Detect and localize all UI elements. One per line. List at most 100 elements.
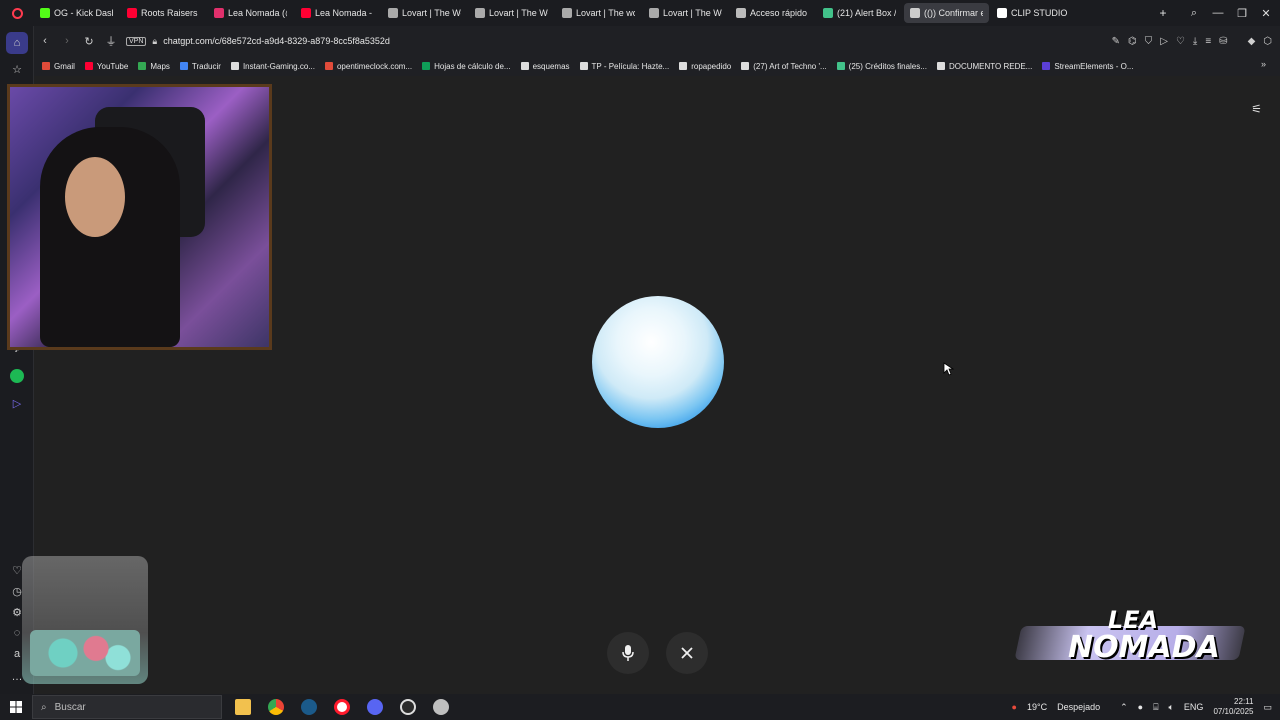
obs-icon bbox=[400, 699, 416, 715]
bookmark-favicon-icon bbox=[230, 62, 239, 70]
tab-label: Roots Raisers - You bbox=[141, 8, 200, 18]
chrome-app[interactable] bbox=[261, 694, 291, 720]
download-icon[interactable]: ⤓ bbox=[1193, 36, 1197, 47]
close-window-button[interactable]: ✕ bbox=[1254, 0, 1278, 26]
streamer bbox=[40, 127, 180, 347]
profile-icon[interactable]: ⬡ bbox=[1263, 36, 1272, 47]
bookmark-item[interactable]: (25) Créditos finales... bbox=[836, 61, 927, 71]
tab-item[interactable]: CLIP STUDIO PAIN bbox=[991, 3, 1076, 23]
bookmark-favicon-icon bbox=[679, 62, 688, 70]
forward-button[interactable]: › bbox=[56, 30, 78, 52]
heart-icon[interactable]: ♡ bbox=[1176, 36, 1185, 47]
voice-settings-icon[interactable]: ⚟ bbox=[1251, 102, 1262, 116]
bookmark-item[interactable]: ropapedido bbox=[679, 62, 731, 71]
bookmark-item[interactable]: opentimeclock.com... bbox=[324, 61, 413, 71]
bookmark-item[interactable]: Traducir bbox=[179, 62, 221, 71]
opera-menu-button[interactable] bbox=[0, 0, 34, 26]
reload-button[interactable]: ↻ bbox=[78, 30, 100, 52]
bookmark-item[interactable]: Instant-Gaming.co... bbox=[230, 62, 315, 71]
end-voice-button[interactable] bbox=[666, 632, 708, 674]
bookmark-favicon-icon bbox=[936, 62, 945, 70]
language-indicator[interactable]: ENG bbox=[1184, 702, 1204, 712]
speed-dial-icon[interactable]: ☆ bbox=[6, 58, 28, 80]
tab-item[interactable]: Lovart | The World bbox=[643, 3, 728, 23]
voice-search-icon[interactable]: ⏚ bbox=[100, 30, 122, 52]
snapshot-icon[interactable]: ⌬ bbox=[1128, 36, 1137, 47]
steam-icon bbox=[301, 699, 317, 715]
tab-item[interactable]: OG - Kick Dashboa bbox=[34, 3, 119, 23]
tab-label: (21) Alert Box / Str bbox=[837, 8, 896, 18]
obs-app[interactable] bbox=[393, 694, 423, 720]
tab-item[interactable]: (()) Confirmar escucha co bbox=[904, 3, 989, 23]
start-button[interactable] bbox=[0, 694, 32, 720]
tab-favicon-icon bbox=[40, 8, 50, 18]
tab-item[interactable]: Lovart | The world bbox=[556, 3, 641, 23]
tab-favicon-icon bbox=[301, 8, 311, 18]
weather-desc[interactable]: Despejado bbox=[1057, 702, 1100, 712]
steam-app[interactable] bbox=[294, 694, 324, 720]
tray-overflow-icon[interactable]: ⌃ bbox=[1120, 702, 1128, 713]
restore-button[interactable]: ❐ bbox=[1230, 0, 1254, 26]
volume-icon[interactable]: 🔈︎ bbox=[1169, 702, 1174, 713]
opera-icon bbox=[334, 699, 350, 715]
tab-item[interactable]: Roots Raisers - You bbox=[121, 3, 206, 23]
discord-app[interactable] bbox=[360, 694, 390, 720]
minimize-button[interactable]: — bbox=[1206, 0, 1230, 26]
edit-icon[interactable]: ✎ bbox=[1112, 36, 1120, 47]
bookmark-item[interactable]: (27) Art of Techno '... bbox=[741, 62, 827, 71]
bookmark-favicon-icon bbox=[520, 62, 529, 70]
bookmark-label: (25) Créditos finales... bbox=[848, 61, 927, 71]
bookmark-item[interactable]: Maps bbox=[138, 62, 170, 71]
tab-item[interactable]: Lea Nomada - You bbox=[295, 3, 380, 23]
bookmarks-overflow-icon[interactable]: » bbox=[1261, 59, 1266, 69]
url-field[interactable]: chatgpt.com/c/68e572cd-a9d4-8329-a879-8c… bbox=[163, 36, 390, 46]
home-icon[interactable]: ⌂ bbox=[6, 32, 28, 54]
bookmark-item[interactable]: Hojas de cálculo de... bbox=[422, 62, 511, 71]
play-icon[interactable]: ▷ bbox=[1160, 36, 1168, 47]
bookmark-favicon-icon bbox=[422, 62, 431, 70]
menu-icon[interactable]: ≡ bbox=[1205, 36, 1211, 47]
notifications-icon[interactable]: ▭ bbox=[1263, 702, 1272, 713]
bookmark-item[interactable]: StreamElements - O... bbox=[1042, 61, 1134, 71]
bookmark-item[interactable]: Gmail bbox=[42, 62, 75, 71]
taskbar-search[interactable]: ⌕ Buscar bbox=[32, 695, 222, 719]
tab-label: Lovart | The World bbox=[663, 8, 722, 18]
file-explorer-app[interactable] bbox=[228, 694, 258, 720]
back-button[interactable]: ‹ bbox=[34, 30, 56, 52]
clock[interactable]: 22:11 07/10/2025 bbox=[1213, 697, 1253, 717]
wallet-icon[interactable]: ⛁ bbox=[1219, 36, 1227, 47]
misc-app[interactable] bbox=[426, 694, 456, 720]
network-icon[interactable]: ⌸ bbox=[1153, 702, 1158, 713]
mic-tray-icon[interactable]: ● bbox=[1138, 702, 1143, 712]
tab-label: Lovart | The world bbox=[576, 8, 635, 18]
microphone-button[interactable] bbox=[607, 632, 649, 674]
bookmark-label: Hojas de cálculo de... bbox=[434, 61, 511, 71]
lock-icon: 🔒︎ bbox=[152, 35, 158, 46]
tab-favicon-icon bbox=[910, 8, 920, 18]
extensions-icon[interactable]: ◆ bbox=[1248, 36, 1256, 47]
bookmark-label: Gmail bbox=[54, 61, 75, 71]
bookmark-item[interactable]: TP - Película: Hazte... bbox=[579, 62, 669, 71]
tab-label: Lovart | The World bbox=[489, 8, 548, 18]
bookmark-item[interactable]: YouTube bbox=[84, 62, 128, 71]
search-tabs-icon[interactable]: ⌕ bbox=[1182, 0, 1206, 26]
spotify-icon[interactable] bbox=[6, 365, 28, 387]
opera-app[interactable] bbox=[327, 694, 357, 720]
bookmark-item[interactable]: esquemas bbox=[520, 62, 570, 71]
shield-icon[interactable]: ⛉ bbox=[1145, 36, 1153, 47]
bookmark-item[interactable]: DOCUMENTO REDE... bbox=[936, 62, 1032, 71]
tab-item[interactable]: Lovart | The World bbox=[382, 3, 467, 23]
tab-item[interactable]: Lovart | The World bbox=[469, 3, 554, 23]
tab-label: Lea Nomada - You bbox=[315, 8, 374, 18]
bookmark-label: StreamElements - O... bbox=[1054, 61, 1134, 71]
tab-item[interactable]: (21) Alert Box / Str bbox=[817, 3, 902, 23]
bookmark-favicon-icon bbox=[324, 62, 333, 70]
tab-item[interactable]: Lea Nomada (@lea bbox=[208, 3, 293, 23]
vpn-badge[interactable]: VPN bbox=[126, 36, 147, 46]
bookmark-label: opentimeclock.com... bbox=[336, 61, 413, 71]
clock-date: 07/10/2025 bbox=[1213, 707, 1254, 716]
weather-temp[interactable]: 19°C bbox=[1027, 702, 1047, 712]
tab-item[interactable]: Acceso rápido bbox=[730, 3, 815, 23]
new-tab-button[interactable]: + bbox=[1154, 3, 1172, 23]
player-icon[interactable]: ▷ bbox=[6, 392, 28, 414]
